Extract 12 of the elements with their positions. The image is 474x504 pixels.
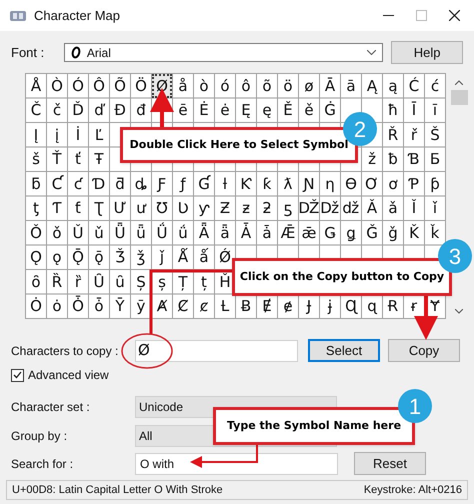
search-label: Search for : xyxy=(11,456,74,472)
font-value: Arial xyxy=(86,44,111,62)
step-badge: 1 xyxy=(398,389,432,423)
character-set-label: Character set : xyxy=(11,399,91,416)
font-label: Font : xyxy=(11,44,46,62)
copy-label: Characters to copy : xyxy=(11,342,120,360)
group-by-label: Group by : xyxy=(11,428,68,445)
characters-value: Ø xyxy=(138,340,150,362)
window-title: Character Map xyxy=(34,6,120,25)
character-description: U+00D8: Latin Capital Letter O With Stroke xyxy=(12,482,223,498)
keystroke-text: Keystroke: Alt+0216 xyxy=(364,482,462,498)
advanced-view-label: Advanced view xyxy=(28,367,109,384)
